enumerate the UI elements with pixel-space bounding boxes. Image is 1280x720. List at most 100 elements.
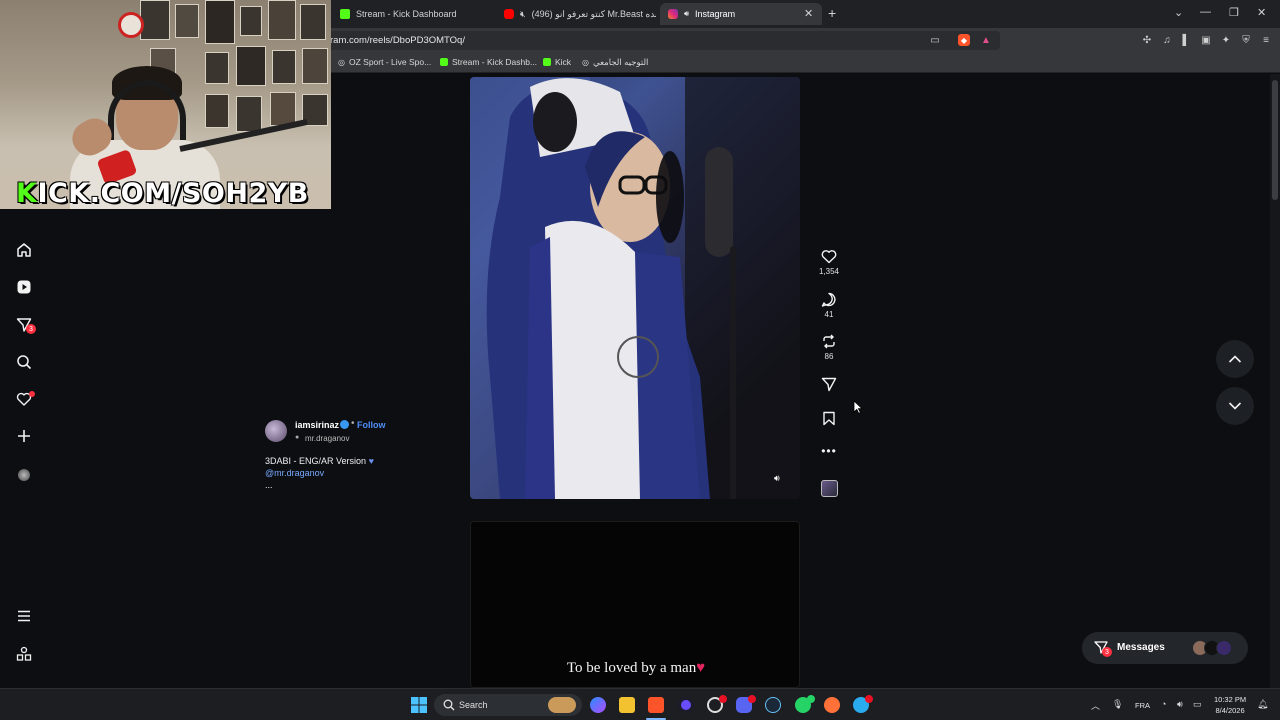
- no-sign-sticker: [118, 12, 144, 38]
- youtube-icon: [504, 9, 514, 19]
- verified-badge-icon: [340, 420, 349, 429]
- avatar-icon[interactable]: [14, 465, 34, 485]
- menu-icon[interactable]: [14, 606, 34, 626]
- wall-poster: [272, 50, 296, 84]
- maximize-icon[interactable]: ❐: [1229, 6, 1239, 19]
- chevron-up-icon[interactable]: ︿: [1091, 699, 1100, 712]
- audio-cover-image: [820, 480, 838, 497]
- unmute-icon[interactable]: 🔊︎: [774, 473, 780, 484]
- blue-heart-icon: ♥: [368, 456, 374, 466]
- comment-count: 41: [824, 310, 834, 319]
- vpn-shield-icon[interactable]: ⛨: [1240, 34, 1252, 46]
- new-tab-button[interactable]: +: [828, 5, 836, 21]
- next-reel-caption-text: To be loved by a man: [566, 660, 697, 676]
- messages-button[interactable]: 3 Messages: [1082, 632, 1248, 664]
- scrollbar-thumb[interactable]: [1272, 80, 1278, 200]
- tab-youtube[interactable]: 🔇︎ (496) كنتو تعرفو انو Mr.Beast عنده: [496, 3, 656, 25]
- heart-emoji-icon: ♥: [696, 660, 706, 676]
- kick-k-letter: K: [16, 178, 38, 209]
- search-label: Search: [459, 700, 488, 710]
- cast-icon[interactable]: ▭: [929, 34, 941, 46]
- share-button[interactable]: [816, 377, 842, 392]
- audio-playing-icon[interactable]: 🔊︎: [684, 9, 689, 19]
- microphone-icon[interactable]: 🎙︎: [1112, 699, 1123, 710]
- tab-search-chevron-icon[interactable]: ⌄: [1174, 6, 1183, 19]
- close-tab-icon[interactable]: ✕: [804, 7, 813, 20]
- more-options-button[interactable]: •••: [816, 444, 842, 458]
- obs-icon[interactable]: [678, 697, 694, 713]
- bookmark-kick[interactable]: Kick: [543, 57, 571, 67]
- notifications-icon[interactable]: 🔔︎: [1257, 699, 1268, 710]
- sidebar-toggle-icon[interactable]: ▌: [1180, 34, 1192, 46]
- wifi-icon[interactable]: ◔: [1161, 699, 1166, 709]
- bookmark-label: OZ Sport - Live Spo...: [348, 57, 432, 67]
- tab-kick-dashboard[interactable]: Stream - Kick Dashboard: [332, 3, 492, 25]
- leo-ai-icon[interactable]: ✦: [1220, 34, 1232, 46]
- repost-icon: [823, 334, 835, 349]
- home-icon[interactable]: [14, 240, 34, 260]
- copilot-icon[interactable]: [590, 697, 606, 713]
- page-scrollbar[interactable]: [1270, 74, 1280, 688]
- bookmark-kick-dashboard[interactable]: Stream - Kick Dashb...: [440, 57, 537, 67]
- tab-instagram[interactable]: 🔊︎ Instagram: [660, 3, 822, 25]
- bookmark-orientation[interactable]: ◎ التوجيه الجامعي: [582, 57, 648, 68]
- wallet-icon[interactable]: ▣: [1200, 34, 1212, 46]
- muted-icon[interactable]: 🔇︎: [520, 9, 526, 20]
- bookmark-label: Kick: [555, 57, 572, 67]
- steam-icon[interactable]: [765, 697, 781, 713]
- system-clock[interactable]: 10:32 PM 8/4/2026: [1214, 694, 1246, 716]
- plus-icon[interactable]: [14, 426, 34, 446]
- repost-button[interactable]: 86: [816, 334, 842, 361]
- audio-source[interactable]: mr.draganov: [305, 434, 349, 443]
- taskbar-search[interactable]: Search: [434, 694, 582, 716]
- repost-count: 86: [824, 352, 834, 361]
- bookmark-oz-sport[interactable]: ◎ OZ Sport - Live Spo...: [338, 57, 431, 67]
- audio-thumbnail[interactable]: [816, 480, 842, 497]
- like-button[interactable]: 1,354: [816, 249, 842, 276]
- reels-icon[interactable]: [14, 277, 34, 297]
- brave-browser-icon[interactable]: [648, 697, 664, 713]
- follow-button[interactable]: Follow: [357, 420, 386, 430]
- next-reel[interactable]: To be loved by a man♥: [470, 521, 800, 688]
- author-username[interactable]: iamsirinaz: [295, 420, 339, 430]
- brave-shield-icon[interactable]: ◆: [958, 34, 970, 46]
- caption-more[interactable]: ...: [265, 479, 374, 491]
- menu-icon[interactable]: ≡: [1260, 34, 1272, 46]
- kick-icon: [543, 58, 551, 66]
- wall-poster: [302, 48, 328, 84]
- file-explorer-icon[interactable]: [619, 697, 635, 713]
- volume-icon[interactable]: 🔊︎: [1177, 699, 1183, 710]
- next-reel-button[interactable]: [1216, 387, 1254, 425]
- previous-reel-button[interactable]: [1216, 340, 1254, 378]
- kick-icon: [340, 9, 350, 19]
- minimize-icon[interactable]: —: [1200, 6, 1211, 18]
- instagram-icon: [668, 9, 678, 19]
- wall-poster: [205, 94, 229, 128]
- url-field[interactable]: ram.com/reels/DboPD3OMTOq/: [322, 31, 1000, 50]
- like-count: 1,354: [818, 267, 840, 276]
- tab-label: Stream - Kick Dashboard: [356, 9, 457, 19]
- search-icon[interactable]: [14, 352, 34, 372]
- wall-poster: [300, 4, 326, 40]
- comment-button[interactable]: 41: [816, 292, 842, 319]
- clock-date: 8/4/2026: [1215, 706, 1245, 715]
- grid-icon[interactable]: [14, 644, 34, 664]
- reel-video[interactable]: 🔊︎: [470, 77, 800, 499]
- windows-start-icon[interactable]: [411, 697, 427, 713]
- firefox-icon[interactable]: [824, 697, 840, 713]
- battery-icon[interactable]: ▭: [1193, 699, 1202, 710]
- close-window-icon[interactable]: ✕: [1257, 6, 1266, 19]
- windows-taskbar: Search ︿ 🎙︎ FRA ◔ 🔊︎ ▭ 10:32 PM 8/4/2026…: [0, 688, 1280, 720]
- brave-rewards-icon[interactable]: ▲: [980, 34, 992, 46]
- keyboard-language[interactable]: FRA: [1135, 701, 1150, 710]
- caption-mention[interactable]: @mr.draganov: [265, 467, 374, 479]
- extensions-icon[interactable]: ✣: [1141, 34, 1153, 46]
- app-badge: [748, 695, 756, 703]
- app-badge: [807, 695, 815, 703]
- save-button[interactable]: [816, 411, 842, 426]
- reel-caption: 3DABI - ENG/AR Version ♥ @mr.draganov ..…: [265, 455, 374, 491]
- media-icon[interactable]: ♫: [1161, 34, 1173, 46]
- author-avatar[interactable]: [265, 420, 287, 442]
- bookmark-label: التوجيه الجامعي: [592, 57, 649, 67]
- app-badge: [719, 695, 727, 703]
